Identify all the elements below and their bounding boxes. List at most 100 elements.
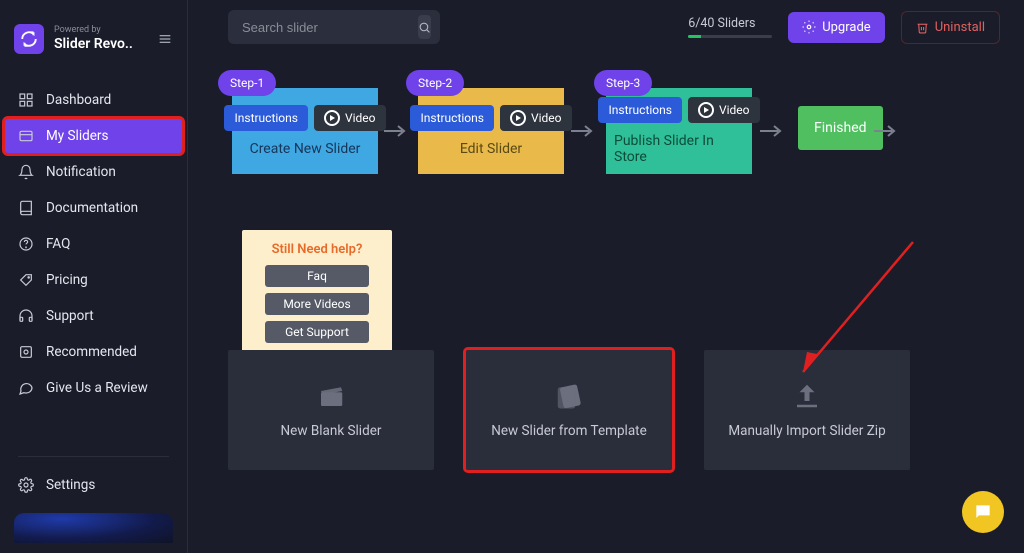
upgrade-label: Upgrade [822, 20, 870, 35]
nav-label: My Sliders [46, 128, 108, 144]
bell-icon [18, 164, 34, 180]
step3-video-button[interactable]: Video [688, 97, 760, 123]
play-icon [698, 102, 714, 118]
step2-card: Instructions Video Edit Slider [418, 88, 564, 174]
step2-title: Edit Slider [460, 141, 522, 157]
gear-icon [18, 477, 34, 493]
nav-label: Notification [46, 164, 116, 180]
nav-support[interactable]: Support [0, 298, 187, 334]
sidebar: Powered by Slider Revo.. Dashboard My Sl… [0, 0, 188, 553]
step1-video-button[interactable]: Video [314, 105, 386, 131]
slider-count-wrap: 6/40 Sliders [688, 16, 772, 38]
nav-documentation[interactable]: Documentation [0, 190, 187, 226]
sliders-icon [18, 128, 34, 144]
search[interactable] [228, 10, 440, 44]
step2-label: Step-2 [406, 70, 464, 96]
step2-video-button[interactable]: Video [500, 105, 572, 131]
pill-label: Video [719, 103, 750, 117]
upgrade-button[interactable]: Upgrade [788, 12, 884, 43]
sidebar-promo [14, 513, 173, 543]
nav-review[interactable]: Give Us a Review [0, 370, 187, 406]
main: 6/40 Sliders Upgrade Uninstall Step-1 In… [188, 0, 1024, 553]
nav-label: Documentation [46, 200, 138, 216]
brand-logo-icon [14, 24, 44, 54]
cards-row: New Blank Slider New Slider from Templat… [228, 350, 910, 470]
step3-card: Instructions Video Publish Slider In Sto… [606, 88, 752, 174]
slider-count: 6/40 Sliders [688, 16, 755, 31]
help-title: Still Need help? [252, 242, 382, 257]
nav-label: Dashboard [46, 92, 111, 108]
finished-badge: Finished [798, 106, 883, 150]
step3-label: Step-3 [594, 70, 652, 96]
clapper-icon [316, 381, 346, 407]
nav-faq[interactable]: FAQ [0, 226, 187, 262]
nav-label: Settings [46, 477, 95, 493]
divider [18, 456, 169, 457]
nav-pricing[interactable]: Pricing [0, 262, 187, 298]
template-icon [554, 381, 584, 407]
card-label: New Slider from Template [491, 423, 647, 439]
help-more-videos-button[interactable]: More Videos [265, 293, 369, 315]
step2-instructions-button[interactable]: Instructions [410, 105, 493, 131]
new-slider-from-template-card[interactable]: New Slider from Template [466, 350, 672, 470]
nav-label: FAQ [46, 236, 70, 252]
nav-label: Give Us a Review [46, 380, 148, 396]
play-icon [510, 110, 526, 126]
card-label: New Blank Slider [281, 423, 382, 439]
arrow-icon [760, 124, 784, 138]
upload-icon [792, 381, 822, 407]
step3-instructions-button[interactable]: Instructions [598, 97, 681, 123]
pricing-icon [18, 272, 34, 288]
help-faq-button[interactable]: Faq [265, 265, 369, 287]
pill-label: Instructions [234, 111, 297, 125]
step1-title: Create New Slider [250, 141, 361, 157]
card-label: Manually Import Slider Zip [728, 423, 885, 439]
search-input[interactable] [242, 20, 418, 35]
nav-dashboard[interactable]: Dashboard [0, 82, 187, 118]
steps: Step-1 Instructions Video Create New Sli… [218, 82, 1000, 182]
faq-icon [18, 236, 34, 252]
step3-title: Publish Slider In Store [614, 133, 744, 165]
support-icon [18, 308, 34, 324]
uninstall-button[interactable]: Uninstall [901, 11, 1000, 44]
step1-instructions-button[interactable]: Instructions [224, 105, 307, 131]
step1-card: Instructions Video Create New Slider [232, 88, 378, 174]
pill-label: Instructions [420, 111, 483, 125]
nav-label: Recommended [46, 344, 137, 360]
recommended-icon [18, 344, 34, 360]
pill-label: Video [531, 111, 562, 125]
chat-fab[interactable] [962, 491, 1004, 533]
manually-import-slider-card[interactable]: Manually Import Slider Zip [704, 350, 910, 470]
book-icon [18, 200, 34, 216]
new-blank-slider-card[interactable]: New Blank Slider [228, 350, 434, 470]
arrow-icon [384, 124, 408, 138]
arrow-icon [874, 124, 898, 138]
brand: Powered by Slider Revo.. [0, 24, 187, 54]
uninstall-label: Uninstall [935, 20, 985, 35]
chat-icon [973, 502, 993, 522]
nav-label: Pricing [46, 272, 88, 288]
arrow-icon [571, 124, 595, 138]
step1-label: Step-1 [218, 70, 276, 96]
brand-powered-label: Powered by [54, 26, 157, 35]
nav-recommended[interactable]: Recommended [0, 334, 187, 370]
chat-icon [18, 380, 34, 396]
gear-icon [802, 20, 816, 34]
sidebar-collapse-button[interactable] [157, 31, 173, 47]
nav-my-sliders[interactable]: My Sliders [4, 118, 183, 154]
help-get-support-button[interactable]: Get Support [265, 321, 369, 343]
pill-label: Instructions [608, 103, 671, 117]
search-button[interactable] [418, 15, 431, 39]
slider-progress [688, 35, 772, 38]
nav-settings[interactable]: Settings [0, 467, 187, 503]
trash-icon [916, 21, 929, 34]
pill-label: Video [345, 111, 376, 125]
play-icon [324, 110, 340, 126]
nav: Dashboard My Sliders Notification Docume… [0, 82, 187, 406]
dashboard-icon [18, 92, 34, 108]
help-card: Still Need help? Faq More Videos Get Sup… [242, 230, 392, 357]
nav-label: Support [46, 308, 94, 324]
nav-notification[interactable]: Notification [0, 154, 187, 190]
topbar: 6/40 Sliders Upgrade Uninstall [228, 10, 1000, 44]
brand-name: Slider Revo.. [54, 36, 157, 52]
